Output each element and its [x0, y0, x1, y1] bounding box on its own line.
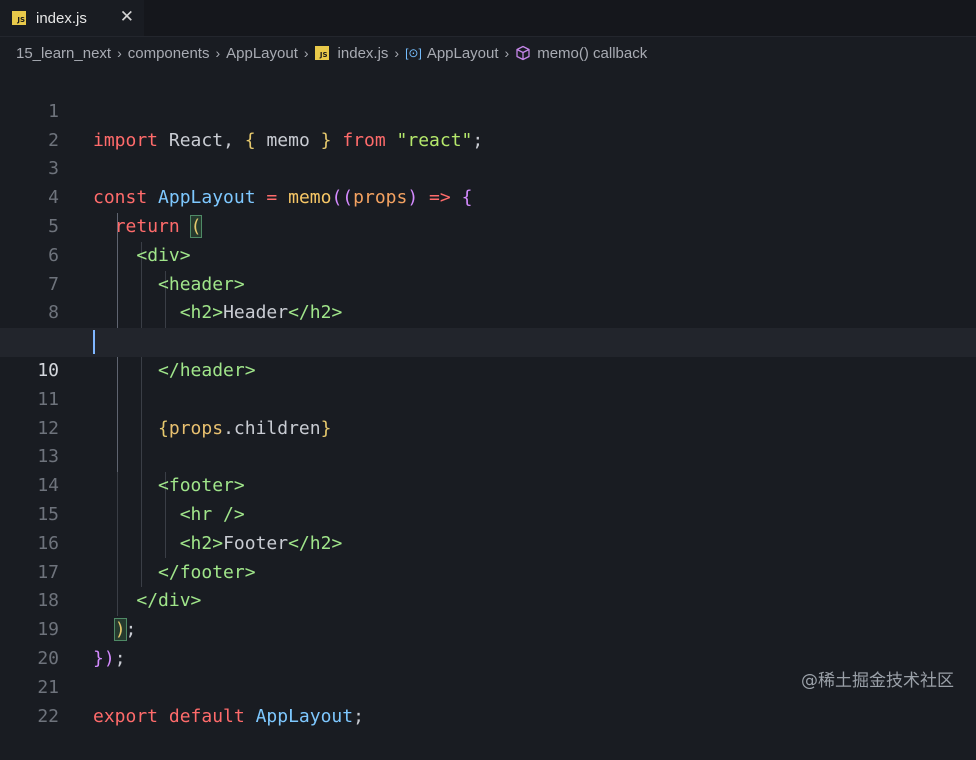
code-line: 19 });: [0, 587, 976, 669]
code-line-current[interactable]: 10: [0, 328, 976, 381]
code-line: 13 <footer>: [0, 415, 976, 496]
text-cursor: [93, 330, 95, 355]
breadcrumb-symbol[interactable]: AppLayout: [427, 45, 499, 62]
breadcrumb-subfolder[interactable]: components: [128, 45, 210, 62]
chevron-right-icon: ›: [394, 45, 400, 61]
code-line: 2: [0, 98, 976, 151]
js-file-icon: JS: [314, 46, 329, 60]
code-line: 9 </header>: [0, 299, 976, 381]
code-line: 20: [0, 616, 976, 669]
close-icon[interactable]: ✕: [120, 7, 134, 27]
chevron-right-icon: ›: [117, 45, 122, 61]
code-line: 8 <hr />: [0, 271, 976, 352]
breadcrumb: 15_learn_next › components › AppLayout ›…: [0, 37, 976, 69]
code-line: 1 import React, { memo } from "react";: [0, 69, 976, 151]
chevron-right-icon: ›: [303, 45, 309, 61]
cube-icon: [516, 45, 530, 61]
code-line: 3 const AppLayout = memo((props) => {: [0, 127, 976, 208]
line-number: 22: [37, 705, 59, 727]
chevron-right-icon: ›: [504, 45, 510, 61]
breadcrumb-file[interactable]: index.js: [338, 45, 389, 62]
tab-bar: JS index.js ✕: [0, 0, 976, 37]
code-line: 11 {props.children}: [0, 357, 976, 439]
chevron-right-icon: ›: [215, 45, 221, 61]
symbol-variable-icon: [⊙]: [405, 46, 422, 60]
tab-label: index.js: [36, 9, 87, 27]
code-line: 16 </footer>: [0, 501, 976, 583]
code-line: 4 return (: [0, 155, 976, 238]
code-line: 15 <h2>Footer</h2>: [0, 472, 976, 554]
code-line: 6 <header>: [0, 213, 976, 295]
breadcrumb-folder[interactable]: 15_learn_next: [16, 45, 111, 62]
code-line: 5 <div>: [0, 184, 976, 266]
code-line: 7 <h2>Header</h2>: [0, 242, 976, 324]
breadcrumb-callback[interactable]: memo() callback: [537, 45, 647, 62]
code-line: 12: [0, 386, 976, 439]
code-line: 17 </div>: [0, 530, 976, 612]
code-editor[interactable]: 1 import React, { memo } from "react"; 2…: [0, 69, 976, 727]
tab-index-js[interactable]: JS index.js ✕: [0, 0, 144, 36]
code-line: 18 );: [0, 559, 976, 642]
watermark: @稀土掘金技术社区: [801, 671, 954, 691]
js-file-icon: JS: [12, 11, 26, 25]
code-line: 14 <hr />: [0, 443, 976, 525]
breadcrumb-component-folder[interactable]: AppLayout: [226, 45, 298, 62]
